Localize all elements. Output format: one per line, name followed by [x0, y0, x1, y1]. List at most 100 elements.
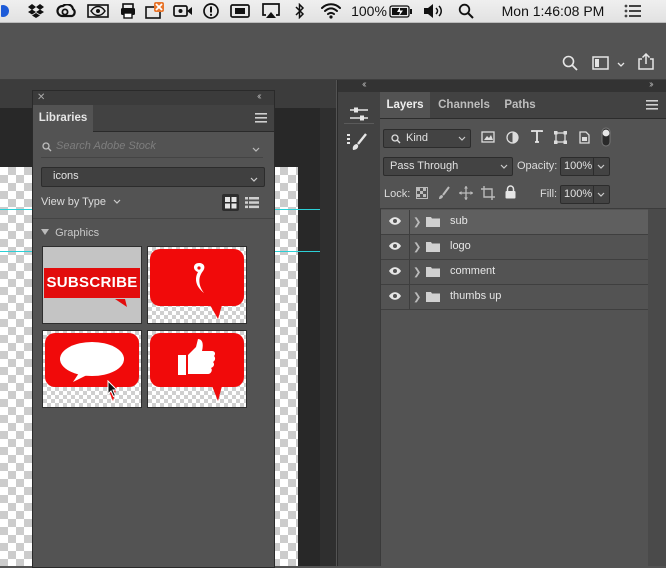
- chevron-right-icon[interactable]: ❯: [413, 217, 421, 228]
- fill-value: 100%: [564, 188, 593, 200]
- mouse-cursor-icon: [107, 379, 119, 401]
- screen-mirror-icon[interactable]: [228, 2, 252, 20]
- chevron-down-icon[interactable]: [617, 59, 625, 71]
- lock-artboard-icon[interactable]: [481, 186, 495, 203]
- blend-mode-select[interactable]: Pass Through: [383, 157, 513, 176]
- tab-paths[interactable]: Paths: [498, 92, 542, 118]
- tab-layers[interactable]: Layers: [380, 92, 430, 118]
- libraries-panel: ✕ ‹‹ Libraries Search Adobe Stock icons …: [32, 90, 275, 568]
- scanner-icon[interactable]: [142, 2, 166, 20]
- battery-icon[interactable]: [388, 2, 414, 20]
- alert-icon[interactable]: [200, 2, 222, 20]
- chevron-down-icon: [500, 164, 508, 169]
- speech-bubble-logo-icon: [150, 249, 244, 319]
- graphics-section-header[interactable]: Graphics: [41, 227, 99, 239]
- divider: [593, 186, 594, 203]
- tab-libraries[interactable]: Libraries: [33, 105, 93, 132]
- layer-name[interactable]: thumbs up: [450, 290, 501, 302]
- adjustment-filter-icon[interactable]: [506, 131, 519, 147]
- pixel-filter-icon[interactable]: [481, 131, 495, 146]
- stock-search[interactable]: Search Adobe Stock: [41, 139, 263, 158]
- workspace-icon[interactable]: [592, 56, 610, 73]
- layers-panel: ›› Layers Channels Paths Kind Pass Throu…: [380, 79, 666, 566]
- chevron-right-icon[interactable]: ❯: [413, 242, 421, 253]
- eye-icon[interactable]: [388, 216, 402, 226]
- comment-bubble-icon: [45, 333, 139, 401]
- share-icon[interactable]: [637, 52, 655, 74]
- grid-view-icon[interactable]: [222, 194, 239, 211]
- chevron-down-icon: [458, 136, 466, 141]
- layer-row-logo[interactable]: ❯ logo: [380, 235, 648, 260]
- expand-icon[interactable]: ››: [649, 79, 653, 90]
- battery-percent: 100%: [351, 3, 387, 19]
- app-status-icon[interactable]: [0, 2, 12, 20]
- lock-pixels-icon[interactable]: [438, 186, 450, 203]
- shape-filter-icon[interactable]: [554, 131, 567, 147]
- comment-graphic-tile[interactable]: [42, 330, 142, 408]
- opacity-value: 100%: [564, 160, 593, 172]
- dropbox-icon[interactable]: [25, 2, 47, 20]
- chevron-right-icon[interactable]: ❯: [413, 267, 421, 278]
- layers-list: ❯ sub ❯ logo ❯ comment ❯ thumbs up: [380, 209, 666, 312]
- creative-cloud-icon[interactable]: [55, 2, 77, 20]
- wifi-icon[interactable]: [319, 2, 343, 20]
- panel-header-bar: ››: [380, 79, 666, 92]
- bubble-tail: [115, 298, 129, 310]
- list-view-icon[interactable]: [245, 196, 259, 212]
- fill-input[interactable]: 100%: [560, 185, 610, 204]
- airplay-icon[interactable]: [260, 2, 282, 20]
- chevron-down-icon[interactable]: [252, 144, 260, 156]
- layers-scrollbar[interactable]: [648, 209, 666, 566]
- search-icon: [42, 142, 52, 155]
- canvas-pasteboard: [320, 108, 336, 566]
- collapse-icon[interactable]: ‹‹: [257, 91, 261, 102]
- lock-all-icon[interactable]: [505, 185, 516, 202]
- chevron-down-icon: [113, 199, 121, 204]
- volume-icon[interactable]: [422, 2, 446, 20]
- smart-object-filter-icon[interactable]: [577, 131, 590, 147]
- chevron-right-icon[interactable]: ❯: [413, 292, 421, 303]
- mac-menubar: 100% Mon 1:46:08 PM: [0, 0, 666, 23]
- layer-name[interactable]: sub: [450, 215, 468, 227]
- collapse-icon[interactable]: ‹‹: [362, 79, 366, 90]
- panel-menu-icon[interactable]: [646, 100, 658, 113]
- spotlight-icon[interactable]: [457, 2, 475, 20]
- chevron-down-icon[interactable]: [597, 192, 605, 198]
- menubar-clock[interactable]: Mon 1:46:08 PM: [492, 2, 614, 20]
- bluetooth-icon[interactable]: [293, 2, 307, 20]
- search-input[interactable]: Search Adobe Stock: [56, 140, 156, 152]
- filter-toggle-icon[interactable]: [601, 127, 611, 150]
- opacity-input[interactable]: 100%: [560, 157, 610, 176]
- layer-name[interactable]: comment: [450, 265, 495, 277]
- chevron-down-icon[interactable]: [597, 164, 605, 170]
- video-camera-icon[interactable]: [172, 2, 194, 20]
- library-select-value: icons: [53, 170, 79, 182]
- notification-center-icon[interactable]: [622, 2, 644, 20]
- subscribe-graphic-tile[interactable]: SUBSCRIBE: [42, 246, 142, 324]
- filter-kind-select[interactable]: Kind: [383, 129, 471, 148]
- layer-name[interactable]: logo: [450, 240, 471, 252]
- lock-transparent-icon[interactable]: [416, 187, 428, 202]
- library-select[interactable]: icons: [41, 167, 265, 187]
- eye-icon[interactable]: [388, 266, 402, 276]
- brush-settings-icon[interactable]: [347, 132, 369, 155]
- type-filter-icon[interactable]: [531, 130, 543, 146]
- tab-channels[interactable]: Channels: [434, 92, 494, 118]
- layer-row-thumbs-up[interactable]: ❯ thumbs up: [380, 285, 648, 310]
- subscribe-graphic: SUBSCRIBE: [44, 268, 140, 298]
- divider: [409, 210, 410, 234]
- layer-row-comment[interactable]: ❯ comment: [380, 260, 648, 285]
- eye-icon[interactable]: [388, 241, 402, 251]
- layer-row-sub[interactable]: ❯ sub: [380, 210, 648, 235]
- panel-header-bar: ✕ ‹‹: [33, 91, 274, 105]
- printer-icon[interactable]: [118, 2, 138, 20]
- nvidia-icon[interactable]: [86, 2, 110, 20]
- close-icon[interactable]: ✕: [37, 92, 45, 103]
- lock-position-icon[interactable]: [459, 186, 473, 203]
- thumbs-up-graphic-tile[interactable]: [147, 330, 247, 408]
- search-icon[interactable]: [562, 55, 578, 74]
- logo-graphic-tile[interactable]: [147, 246, 247, 324]
- panel-menu-icon[interactable]: [255, 113, 267, 126]
- eye-icon[interactable]: [388, 291, 402, 301]
- view-by-dropdown[interactable]: View by Type: [41, 196, 121, 208]
